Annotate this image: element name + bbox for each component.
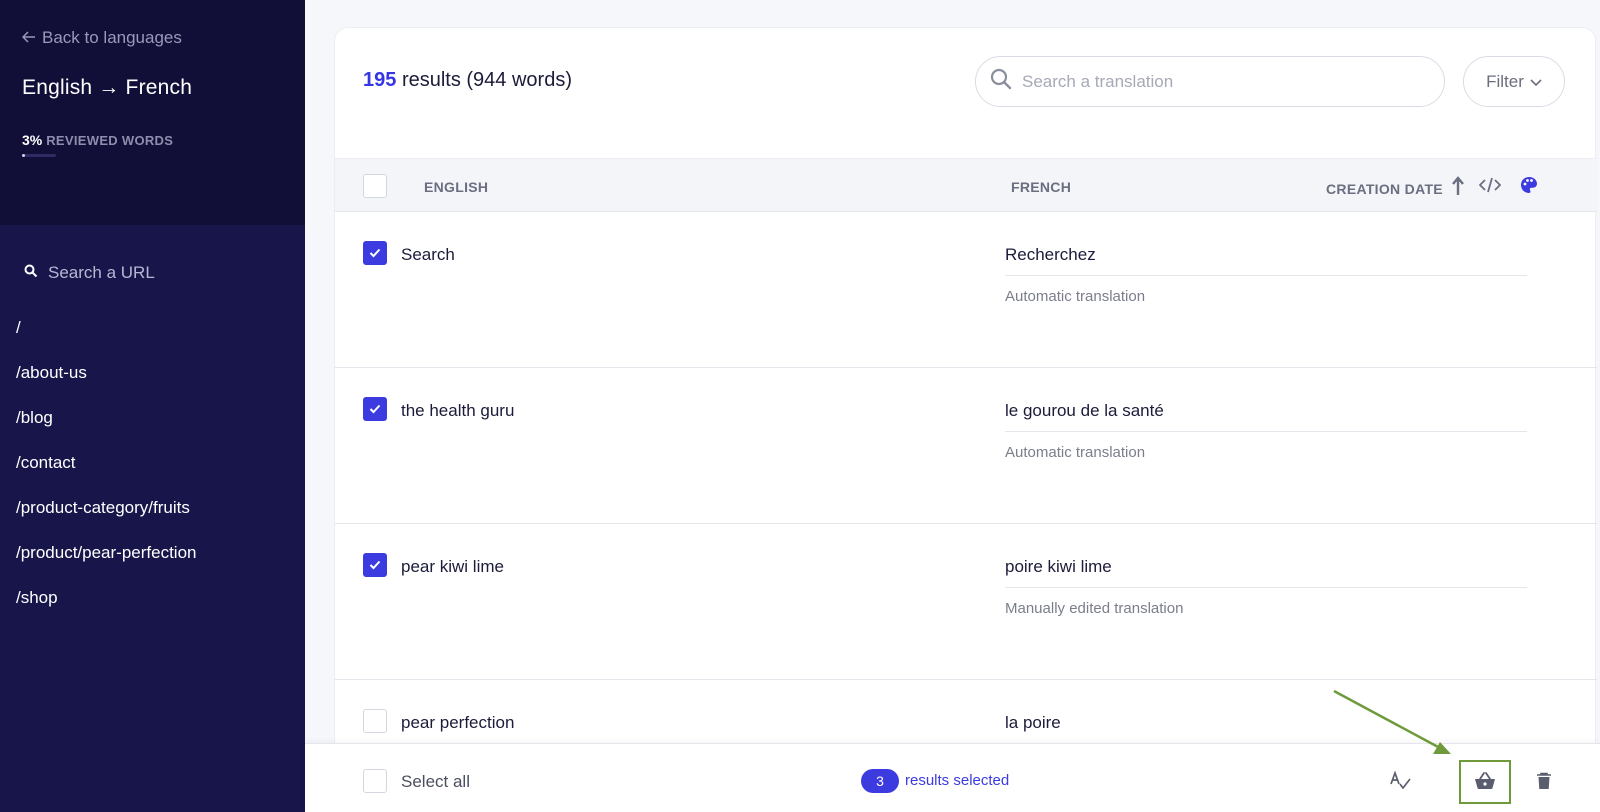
source-text: the health guru [401,401,515,420]
url-item[interactable]: /shop [0,575,305,620]
sort-ascending-icon[interactable] [1451,176,1465,199]
url-item[interactable]: /blog [0,395,305,440]
url-search-placeholder: Search a URL [48,263,155,282]
table-header: ENGLISH FRENCH CREATION DATE [335,158,1597,212]
reviewed-percent: 3% [22,132,43,148]
table-row[interactable]: the health guru le gourou de la santé Auto… [335,368,1597,524]
reviewed-label: REVIEWED WORDS [46,133,174,148]
translation-status: Automatic translation [1005,444,1146,461]
check-icon [369,248,381,258]
translation-text[interactable]: poire kiwi lime [1005,557,1112,577]
url-item[interactable]: / [0,305,305,350]
results-text: results (944 words) [401,69,572,91]
url-item[interactable]: /contact [0,440,305,485]
results-count: 195 [363,69,397,91]
filter-label: Filter [1486,71,1524,91]
creation-date-label: CREATION DATE [1326,181,1443,197]
row-divider [1005,275,1527,276]
url-item[interactable]: /about-us [0,350,305,395]
sidebar-header: Back to languages English → French 3% RE… [0,0,305,225]
url-item[interactable]: /product/pear-perfection [0,530,305,575]
translation-search[interactable] [975,56,1445,107]
translation-text[interactable]: le gourou de la santé [1005,401,1164,421]
translation-text[interactable]: la poire [1005,713,1061,733]
source-text: Search [401,245,455,264]
delete-button[interactable] [1518,760,1570,804]
chevron-down-icon [1530,72,1542,92]
source-text: pear perfection [401,713,515,732]
search-icon [24,263,38,283]
selected-label: results selected [905,772,1010,789]
table-row[interactable]: pear kiwi lime poire kiwi lime Manually ed… [335,524,1597,680]
check-icon [369,560,381,570]
column-french: FRENCH [1011,179,1072,195]
back-to-languages-link[interactable]: Back to languages [21,28,283,48]
column-creation-date[interactable]: CREATION DATE [1326,176,1465,199]
select-all-label: Select all [401,772,470,791]
url-list: //about-us/blog/contact/product-category… [0,305,305,620]
row-divider [1005,587,1527,588]
row-checkbox[interactable] [363,241,387,265]
arrow-left-icon [21,28,36,48]
row-checkbox[interactable] [363,709,387,733]
basket-button[interactable] [1459,760,1511,804]
bulk-action-bar: Select all 3 results selected [305,743,1600,812]
filter-button[interactable]: Filter [1463,56,1565,107]
translation-text[interactable]: Recherchez [1005,245,1096,265]
column-english: ENGLISH [424,179,489,195]
selected-count-badge: 3 [861,769,899,793]
spellcheck-button[interactable] [1375,760,1427,804]
row-divider [1005,431,1527,432]
palette-icon[interactable] [1520,176,1538,199]
translation-status: Manually edited translation [1005,600,1184,617]
search-icon [990,68,1012,95]
reviewed-words-stat: 3% REVIEWED WORDS [22,132,283,148]
select-all-checkbox[interactable] [363,769,387,793]
sidebar: Back to languages English → French 3% RE… [0,0,305,812]
results-summary: 195 results (944 words) [363,69,572,92]
trash-icon [1536,772,1552,793]
source-text: pear kiwi lime [401,557,504,576]
spellcheck-icon [1390,770,1412,794]
table-row[interactable]: Search Recherchez Automatic translation [335,212,1597,368]
translations-card: 195 results (944 words) Filter ENGLISH F… [334,27,1597,812]
back-link-label: Back to languages [42,28,182,47]
translation-search-input[interactable] [1022,71,1422,92]
translation-status: Automatic translation [1005,288,1146,305]
reviewed-progress-bar [22,154,56,157]
url-search[interactable]: Search a URL [0,263,305,283]
check-icon [369,404,381,414]
language-pair-title: English → French [22,76,193,99]
reviewed-progress-fill [22,154,25,157]
url-item[interactable]: /product-category/fruits [0,485,305,530]
header-select-checkbox[interactable] [363,174,387,198]
basket-icon [1474,771,1496,793]
code-icon[interactable] [1478,176,1502,199]
row-checkbox[interactable] [363,397,387,421]
row-checkbox[interactable] [363,553,387,577]
